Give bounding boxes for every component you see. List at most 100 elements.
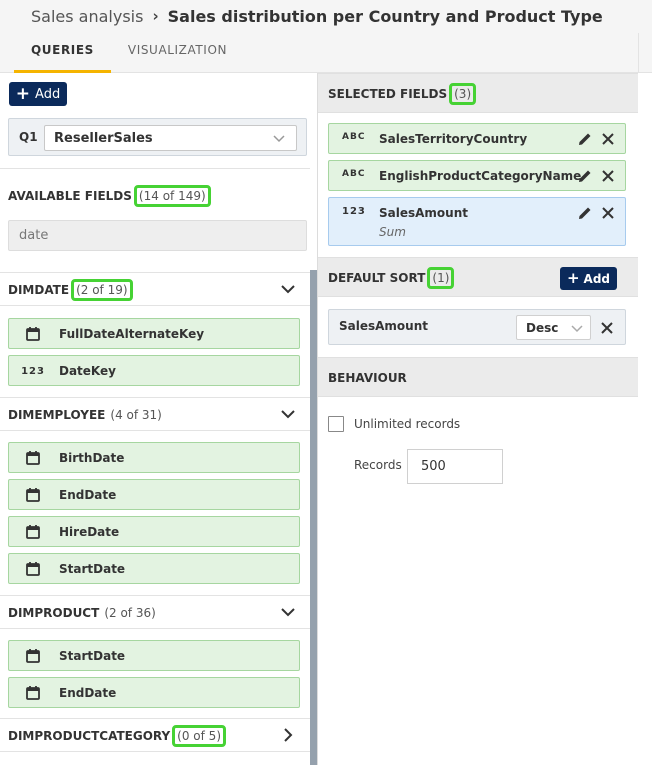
records-label: Records [354,458,402,472]
group-count: (0 of 5) [172,725,226,747]
tab-visualization[interactable]: VISUALIZATION [111,32,244,73]
header: Sales analysis › Sales distribution per … [0,0,652,73]
calendar-icon [24,685,42,701]
header-divider [638,33,639,73]
chevron-down-icon [281,608,295,617]
divider [0,168,310,169]
breadcrumb-root[interactable]: Sales analysis [31,7,143,26]
tab-bar: QUERIES VISUALIZATION [14,32,244,73]
left-panel: + Add Q1 ResellerSales AVAILABLE FIELDS … [0,73,310,765]
field-item[interactable]: EndDate [8,677,300,708]
group-header-dimproduct[interactable]: DIMPRODUCT (2 of 36) [0,595,310,629]
breadcrumb-separator-icon: › [152,7,159,25]
sort-direction-select[interactable]: Desc [516,315,591,340]
field-name: EndDate [59,488,117,502]
field-item[interactable]: StartDate [8,553,300,584]
close-icon[interactable] [601,206,615,220]
aggregation-label: Sum [379,225,406,239]
field-name: BirthDate [59,451,125,465]
calendar-icon [24,561,42,577]
add-query-button[interactable]: + Add [9,82,67,106]
right-panel: SELECTED FIELDS (3) ABC SalesTerritoryCo… [318,73,638,765]
field-search-input[interactable]: date [8,220,307,251]
group-header-dimemployee[interactable]: DIMEMPLOYEE (4 of 31) [0,397,310,431]
close-icon[interactable] [600,321,614,335]
default-sort-label: DEFAULT SORT [328,271,426,285]
breadcrumb: Sales analysis › Sales distribution per … [31,5,603,27]
group-title: DIMPRODUCTCATEGORY (0 of 5) [8,719,226,753]
behaviour-header: BEHAVIOUR [318,357,638,397]
tab-queries[interactable]: QUERIES [14,32,111,73]
number-type-icon: 123 [342,206,366,217]
group-count: (4 of 31) [110,408,162,422]
query-label: Q1 [19,130,38,144]
available-fields-label: AVAILABLE FIELDS [8,189,132,203]
pencil-icon[interactable] [578,206,592,220]
unlimited-records-label: Unlimited records [354,417,461,431]
group-header-dimproductcategory[interactable]: DIMPRODUCTCATEGORY (0 of 5) [0,718,310,752]
add-sort-button[interactable]: + Add [560,267,617,290]
add-sort-label: Add [583,271,611,286]
selected-field-name: EnglishProductCategoryName [379,169,582,183]
field-item[interactable]: FullDateAlternateKey [8,318,300,349]
unlimited-records-option[interactable]: Unlimited records [328,415,460,433]
chevron-down-icon [570,318,584,341]
field-name: StartDate [59,649,126,663]
section-title: SELECTED FIELDS (3) [328,74,477,114]
selected-fields-header: SELECTED FIELDS (3) [318,73,638,113]
field-item[interactable]: EndDate [8,479,300,510]
pencil-icon[interactable] [578,132,592,146]
group-title: DIMEMPLOYEE (4 of 31) [8,398,162,432]
selected-field-item[interactable]: ABC SalesTerritoryCountry [328,123,626,154]
group-title: DIMDATE (2 of 19) [8,273,133,307]
chevron-down-icon [281,285,295,294]
selected-fields-count: (3) [449,83,477,105]
query-source-select[interactable]: ResellerSales [44,125,297,151]
group-count: (2 of 36) [104,606,156,620]
field-item[interactable]: StartDate [8,640,300,671]
field-item[interactable]: HireDate [8,516,300,547]
field-name: StartDate [59,562,126,576]
selected-fields-label: SELECTED FIELDS [328,87,448,101]
group-header-dimdate[interactable]: DIMDATE (2 of 19) [0,272,310,306]
sort-direction-value: Desc [526,321,559,335]
default-sort-count: (1) [427,267,455,289]
page-title: Sales distribution per Country and Produ… [167,6,603,26]
field-name: FullDateAlternateKey [59,327,205,341]
field-item[interactable]: BirthDate [8,442,300,473]
field-name: DateKey [59,364,116,378]
sort-item: SalesAmount Desc [328,309,626,345]
group-count: (2 of 19) [71,279,133,301]
field-name: EndDate [59,686,117,700]
calendar-icon [24,326,42,342]
unlimited-records-checkbox[interactable] [328,416,344,432]
field-item[interactable]: 123 DateKey [8,355,300,386]
available-fields-count: (14 of 149) [133,185,211,207]
group-name: DIMDATE [8,283,70,297]
group-name: DIMEMPLOYEE [8,408,106,422]
selected-field-item[interactable]: 123 SalesAmount Sum [328,197,626,246]
records-input[interactable]: 500 [407,449,503,484]
default-sort-header: DEFAULT SORT (1) + Add [318,257,638,297]
calendar-icon [24,524,42,540]
pencil-icon[interactable] [578,169,592,183]
group-title: DIMPRODUCT (2 of 36) [8,596,156,630]
sort-field-name: SalesAmount [339,319,428,333]
close-icon[interactable] [601,132,615,146]
number-type-icon: 123 [21,365,45,377]
close-icon[interactable] [601,169,615,183]
calendar-icon [24,450,42,466]
query-row: Q1 ResellerSales [8,118,307,156]
text-type-icon: ABC [342,132,366,142]
selected-field-item[interactable]: ABC EnglishProductCategoryName [328,160,626,191]
chevron-down-icon [272,128,286,151]
chevron-down-icon [281,410,295,419]
selected-field-name: SalesAmount [379,206,468,220]
chevron-right-icon [284,728,293,742]
add-query-label: Add [35,86,61,102]
group-name: DIMPRODUCTCATEGORY [8,729,171,743]
field-name: HireDate [59,525,120,539]
section-title: DEFAULT SORT (1) [328,258,455,298]
available-fields-title: AVAILABLE FIELDS (14 of 149) [8,183,211,209]
calendar-icon [24,648,42,664]
